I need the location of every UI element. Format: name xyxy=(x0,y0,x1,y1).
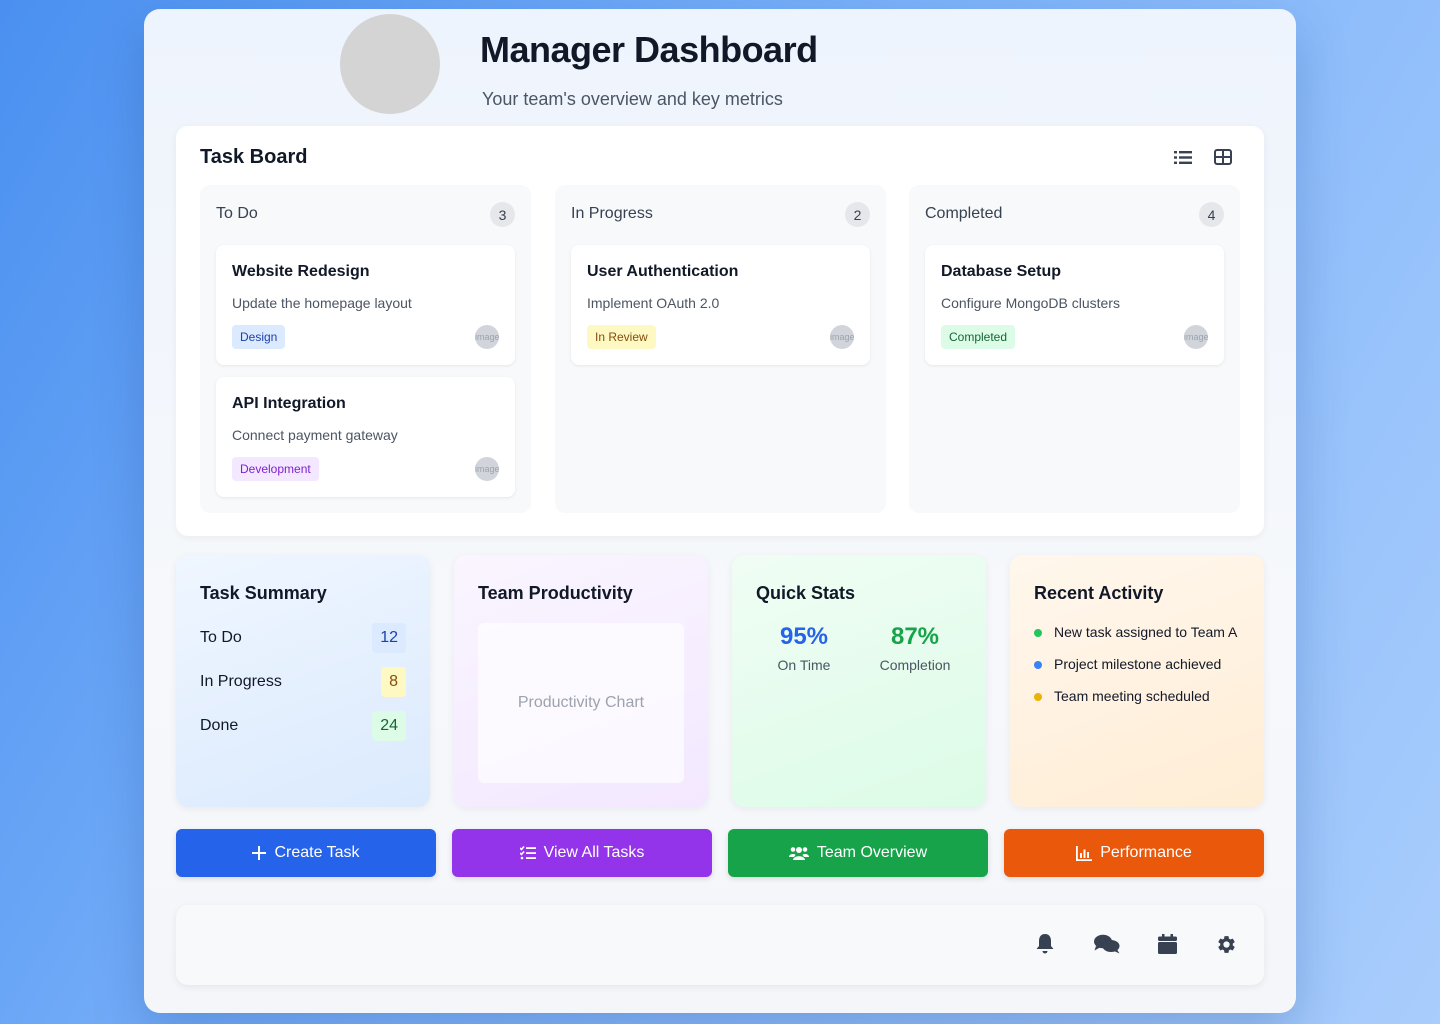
status-dot xyxy=(1034,693,1042,701)
task-card[interactable]: Database Setup Configure MongoDB cluster… xyxy=(925,245,1224,365)
create-task-button[interactable]: Create Task xyxy=(176,829,436,877)
calendar-button[interactable] xyxy=(1155,932,1179,956)
task-title: User Authentication xyxy=(587,263,739,280)
page-title: Manager Dashboard xyxy=(480,29,818,70)
assignee-avatar[interactable]: image xyxy=(475,325,499,349)
summary-row: In Progress 8 xyxy=(200,667,406,697)
task-title: API Integration xyxy=(232,395,346,412)
summary-count: 8 xyxy=(381,667,406,697)
column-count-badge: 3 xyxy=(490,202,515,227)
column-count-badge: 2 xyxy=(845,202,870,227)
status-dot xyxy=(1034,661,1042,669)
footer-toolbar xyxy=(176,905,1264,985)
summary-label: To Do xyxy=(200,629,242,646)
users-icon xyxy=(788,846,809,860)
column-completed: Completed 4 Database Setup Configure Mon… xyxy=(909,185,1240,513)
summary-row: To Do 12 xyxy=(200,623,406,653)
view-all-tasks-button[interactable]: View All Tasks xyxy=(452,829,712,877)
task-card[interactable]: API Integration Connect payment gateway … xyxy=(216,377,515,497)
column-title: Completed xyxy=(925,205,1003,222)
button-label: Performance xyxy=(1100,844,1192,861)
assignee-avatar[interactable]: image xyxy=(475,457,499,481)
assignee-avatar[interactable]: image xyxy=(830,325,854,349)
task-description: Connect payment gateway xyxy=(232,427,398,443)
column-count-badge: 4 xyxy=(1199,202,1224,227)
summary-label: In Progress xyxy=(200,673,282,690)
column-title: In Progress xyxy=(571,205,653,222)
page-subtitle: Your team's overview and key metrics xyxy=(482,89,783,109)
task-title: Website Redesign xyxy=(232,263,370,280)
stat-on-time: 95% On Time xyxy=(749,623,859,673)
task-description: Configure MongoDB clusters xyxy=(941,295,1120,311)
task-tag: Design xyxy=(232,325,286,349)
bell-icon xyxy=(1036,934,1054,954)
list-view-button[interactable] xyxy=(1172,146,1194,168)
task-card[interactable]: User Authentication Implement OAuth 2.0 … xyxy=(571,245,870,365)
quick-stats-widget: Quick Stats 95% On Time 87% Completion xyxy=(732,555,986,807)
calendar-icon xyxy=(1157,934,1177,954)
stat-value: 87% xyxy=(890,623,940,650)
summary-label: Done xyxy=(200,717,239,734)
task-tag: In Review xyxy=(587,325,656,349)
task-tag: Completed xyxy=(941,325,1016,349)
widget-title: Team Productivity xyxy=(478,583,633,603)
task-board-title: Task Board xyxy=(200,146,308,168)
widget-title: Recent Activity xyxy=(1034,583,1164,603)
team-overview-button[interactable]: Team Overview xyxy=(728,829,988,877)
plus-icon xyxy=(252,846,267,860)
settings-button[interactable] xyxy=(1214,932,1238,956)
widget-title: Quick Stats xyxy=(756,583,856,603)
task-tag: Development xyxy=(232,457,319,481)
column-title: To Do xyxy=(216,205,258,222)
stat-label: Completion xyxy=(879,657,951,673)
stat-completion: 87% Completion xyxy=(860,623,970,673)
task-list-icon xyxy=(519,846,536,860)
gear-icon xyxy=(1217,935,1235,953)
activity-text: New task assigned to Team A xyxy=(1054,624,1238,640)
performance-button[interactable]: Performance xyxy=(1004,829,1264,877)
assignee-avatar[interactable]: image xyxy=(1184,325,1208,349)
summary-count: 24 xyxy=(372,711,406,741)
task-card[interactable]: Website Redesign Update the homepage lay… xyxy=(216,245,515,365)
productivity-chart-placeholder: Productivity Chart xyxy=(478,623,684,783)
button-label: View All Tasks xyxy=(543,844,645,861)
column-in-progress: In Progress 2 User Authentication Implem… xyxy=(555,185,886,513)
messages-button[interactable] xyxy=(1093,932,1121,956)
activity-text: Project milestone achieved xyxy=(1054,656,1222,672)
chart-bar-icon xyxy=(1076,845,1093,861)
dashboard-window: Manager Dashboard Your team's overview a… xyxy=(144,9,1296,1013)
activity-text: Team meeting scheduled xyxy=(1054,688,1210,704)
button-label: Create Task xyxy=(274,844,360,861)
widget-title: Task Summary xyxy=(200,583,327,603)
grid-view-button[interactable] xyxy=(1212,146,1234,168)
summary-row: Done 24 xyxy=(200,711,406,741)
button-label: Team Overview xyxy=(816,844,928,861)
chat-icon xyxy=(1094,934,1120,954)
avatar[interactable] xyxy=(340,14,440,114)
task-description: Update the homepage layout xyxy=(232,295,412,311)
stat-value: 95% xyxy=(779,623,829,650)
team-productivity-widget: Team Productivity Productivity Chart xyxy=(454,555,708,807)
recent-activity-widget: Recent Activity New task assigned to Tea… xyxy=(1010,555,1264,807)
task-description: Implement OAuth 2.0 xyxy=(587,295,720,311)
list-icon xyxy=(1174,150,1192,164)
column-todo: To Do 3 Website Redesign Update the home… xyxy=(200,185,531,513)
task-summary-widget: Task Summary To Do 12 In Progress 8 Done… xyxy=(176,555,430,807)
stat-label: On Time xyxy=(777,657,831,673)
task-title: Database Setup xyxy=(941,263,1062,280)
summary-count: 12 xyxy=(372,623,406,653)
notifications-button[interactable] xyxy=(1033,932,1057,956)
grid-icon xyxy=(1214,149,1232,165)
task-board: Task Board To Do 3 Website Redesign Upda… xyxy=(176,126,1264,536)
status-dot xyxy=(1034,629,1042,637)
